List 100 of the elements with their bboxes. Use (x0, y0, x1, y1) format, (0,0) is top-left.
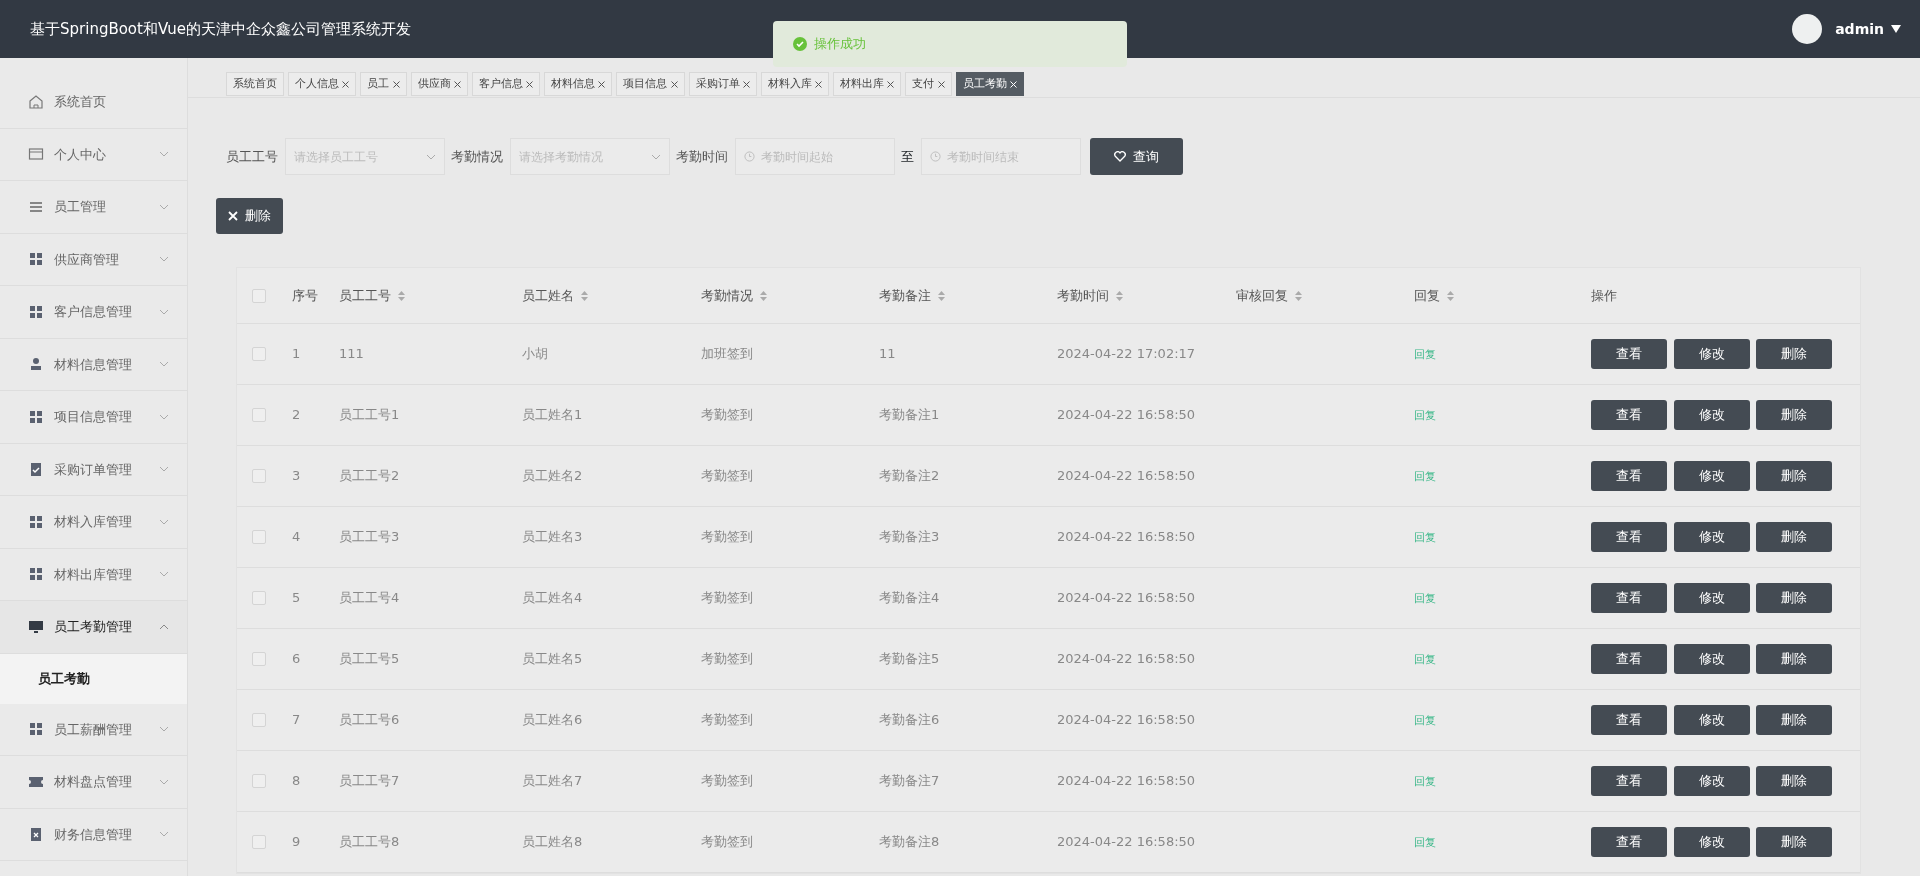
sidebar-item[interactable]: 系统首页 (0, 76, 187, 129)
row-checkbox[interactable] (252, 530, 266, 544)
chevron-down-icon[interactable] (159, 831, 169, 838)
search-button[interactable]: 查询 (1090, 138, 1183, 175)
action-button[interactable]: 查看 (1591, 644, 1667, 674)
action-button[interactable]: 删除 (1756, 400, 1832, 430)
action-button[interactable]: 修改 (1673, 705, 1750, 735)
action-button[interactable]: 查看 (1591, 400, 1667, 430)
chevron-down-icon[interactable] (159, 413, 169, 420)
sidebar-item[interactable]: 材料入库管理 (0, 496, 187, 549)
sort-icon[interactable] (397, 290, 405, 301)
select-all-checkbox[interactable] (252, 288, 266, 303)
sort-icon[interactable] (1294, 290, 1302, 301)
sidebar-item[interactable]: 财务信息管理 (0, 808, 187, 861)
sidebar-item[interactable]: 供应商管理 (0, 233, 187, 286)
sort-icon[interactable] (580, 290, 588, 301)
tab[interactable]: 客户信息 (471, 72, 540, 96)
close-icon[interactable] (815, 80, 822, 88)
sidebar-item[interactable]: 客户信息管理 (0, 286, 187, 339)
row-checkbox[interactable] (252, 713, 266, 727)
sidebar-item[interactable]: 员工薪酬管理 (0, 703, 187, 756)
tab[interactable]: 采购订单 (688, 72, 757, 96)
action-button[interactable]: 查看 (1591, 339, 1667, 369)
sidebar-item[interactable]: 个人中心 (0, 128, 187, 181)
action-button[interactable]: 删除 (1756, 827, 1832, 857)
action-button[interactable]: 修改 (1673, 827, 1750, 857)
row-checkbox[interactable] (252, 774, 266, 788)
action-button[interactable]: 查看 (1591, 705, 1667, 735)
tab[interactable]: 系统首页 (226, 72, 284, 96)
close-icon[interactable] (453, 80, 461, 88)
action-button[interactable]: 修改 (1673, 583, 1750, 613)
action-button[interactable]: 修改 (1673, 766, 1750, 796)
sidebar-item[interactable]: 采购订单管理 (0, 443, 187, 496)
sidebar-item[interactable]: 员工管理 (0, 181, 187, 234)
sidebar-item[interactable]: 员工考勤管理 (0, 601, 187, 654)
close-icon[interactable] (342, 80, 350, 88)
row-checkbox[interactable] (252, 591, 266, 605)
chevron-down-icon[interactable] (159, 308, 169, 315)
chevron-down-icon[interactable] (159, 466, 169, 473)
tab[interactable]: 员工考勤 (955, 72, 1024, 96)
action-button[interactable]: 删除 (1756, 522, 1832, 552)
sort-icon[interactable] (937, 290, 945, 301)
close-icon[interactable] (937, 80, 945, 88)
action-button[interactable]: 修改 (1673, 461, 1750, 491)
action-button[interactable]: 删除 (1756, 644, 1832, 674)
tab[interactable]: 项目信息 (616, 72, 685, 96)
close-icon[interactable] (887, 80, 895, 88)
action-button[interactable]: 查看 (1591, 766, 1667, 796)
chevron-down-icon[interactable] (159, 778, 169, 785)
row-checkbox[interactable] (252, 835, 266, 849)
row-checkbox[interactable] (252, 652, 266, 666)
close-icon[interactable] (392, 80, 400, 88)
delete-button[interactable]: 删除 (216, 198, 283, 234)
sidebar-item[interactable]: 材料信息管理 (0, 338, 187, 391)
chevron-down-icon[interactable] (159, 361, 169, 368)
action-button[interactable]: 查看 (1591, 583, 1667, 613)
close-icon[interactable] (526, 80, 533, 88)
chevron-down-icon[interactable] (159, 518, 169, 525)
tab[interactable]: 员工 (360, 72, 407, 96)
caret-icon[interactable] (1890, 25, 1901, 33)
chevron-down-icon[interactable] (159, 571, 169, 578)
action-button[interactable]: 修改 (1673, 400, 1750, 430)
user-name[interactable]: admin (1835, 18, 1884, 40)
sort-icon[interactable] (759, 290, 767, 301)
tab[interactable]: 材料出库 (833, 72, 902, 96)
sort-icon[interactable] (1446, 290, 1454, 301)
row-checkbox[interactable] (252, 408, 266, 422)
action-button[interactable]: 修改 (1673, 339, 1750, 369)
action-button[interactable]: 删除 (1756, 583, 1832, 613)
action-button[interactable]: 删除 (1756, 705, 1832, 735)
close-icon[interactable] (598, 80, 606, 88)
sort-icon[interactable] (1115, 290, 1123, 301)
sidebar-item[interactable]: 材料盘点管理 (0, 756, 187, 809)
tab[interactable]: 材料入库 (760, 72, 829, 96)
action-button[interactable]: 查看 (1591, 827, 1667, 857)
action-button[interactable]: 删除 (1756, 766, 1832, 796)
close-icon[interactable] (670, 80, 678, 88)
action-button[interactable]: 查看 (1591, 461, 1667, 491)
chevron-down-icon[interactable] (159, 726, 169, 733)
field-label: 考勤时间 (676, 147, 728, 166)
row-checkbox[interactable] (252, 347, 266, 361)
action-button[interactable]: 查看 (1591, 522, 1667, 552)
row-checkbox[interactable] (252, 469, 266, 483)
tab[interactable]: 材料信息 (544, 72, 613, 96)
sidebar-item[interactable]: 项目信息管理 (0, 391, 187, 444)
user-avatar[interactable] (1792, 14, 1823, 44)
chevron-up-icon[interactable] (159, 623, 169, 630)
action-button[interactable]: 删除 (1756, 461, 1832, 491)
sidebar-subitem[interactable]: 员工考勤 (0, 653, 187, 704)
chevron-down-icon[interactable] (159, 151, 169, 158)
tab[interactable]: 支付 (905, 72, 952, 96)
action-button[interactable]: 修改 (1673, 644, 1750, 674)
table-cell: 3 (292, 468, 301, 484)
tab[interactable]: 个人信息 (288, 72, 357, 96)
chevron-down-icon[interactable] (159, 256, 169, 263)
chevron-down-icon[interactable] (159, 203, 169, 210)
tab[interactable]: 供应商 (410, 72, 468, 96)
close-icon[interactable] (742, 80, 750, 88)
action-button[interactable]: 修改 (1673, 522, 1750, 552)
action-button[interactable]: 删除 (1756, 339, 1832, 369)
